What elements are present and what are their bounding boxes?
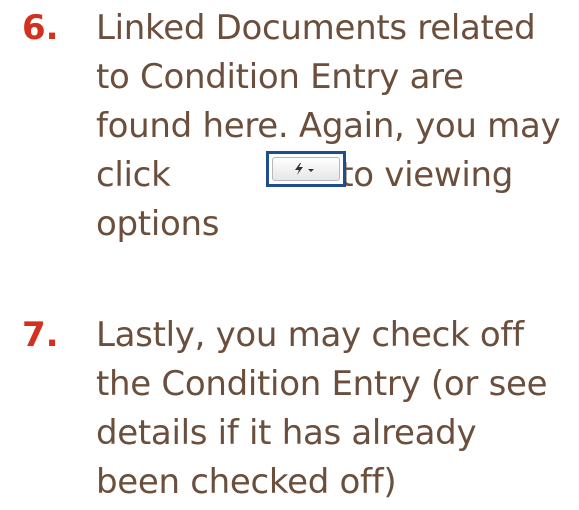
step-number: 7. — [22, 315, 59, 355]
step-line: found here. Again, you may — [96, 106, 561, 146]
step-line: Linked Documents related — [96, 8, 536, 48]
step-description: Lastly, you may check off the Condition … — [96, 311, 571, 507]
step-line: to Condition Entry are — [96, 57, 464, 97]
step-line: details if it has already — [96, 413, 477, 453]
step-line: been checked off) — [96, 462, 397, 502]
lightning-icon-shape — [295, 163, 303, 175]
caret-down-icon — [308, 169, 314, 172]
step-number: 6. — [22, 8, 59, 48]
lightning-icon — [295, 163, 314, 175]
step-line: options — [96, 204, 220, 244]
photo-options-button[interactable] — [266, 151, 346, 187]
step-line: the Condition Entry (or see — [96, 364, 548, 404]
step-description: Linked Documents related to Condition En… — [96, 4, 571, 249]
step-line-part: click — [96, 155, 171, 195]
step-line: Lastly, you may check off — [96, 315, 524, 355]
photo-options-button-face[interactable] — [272, 157, 340, 181]
